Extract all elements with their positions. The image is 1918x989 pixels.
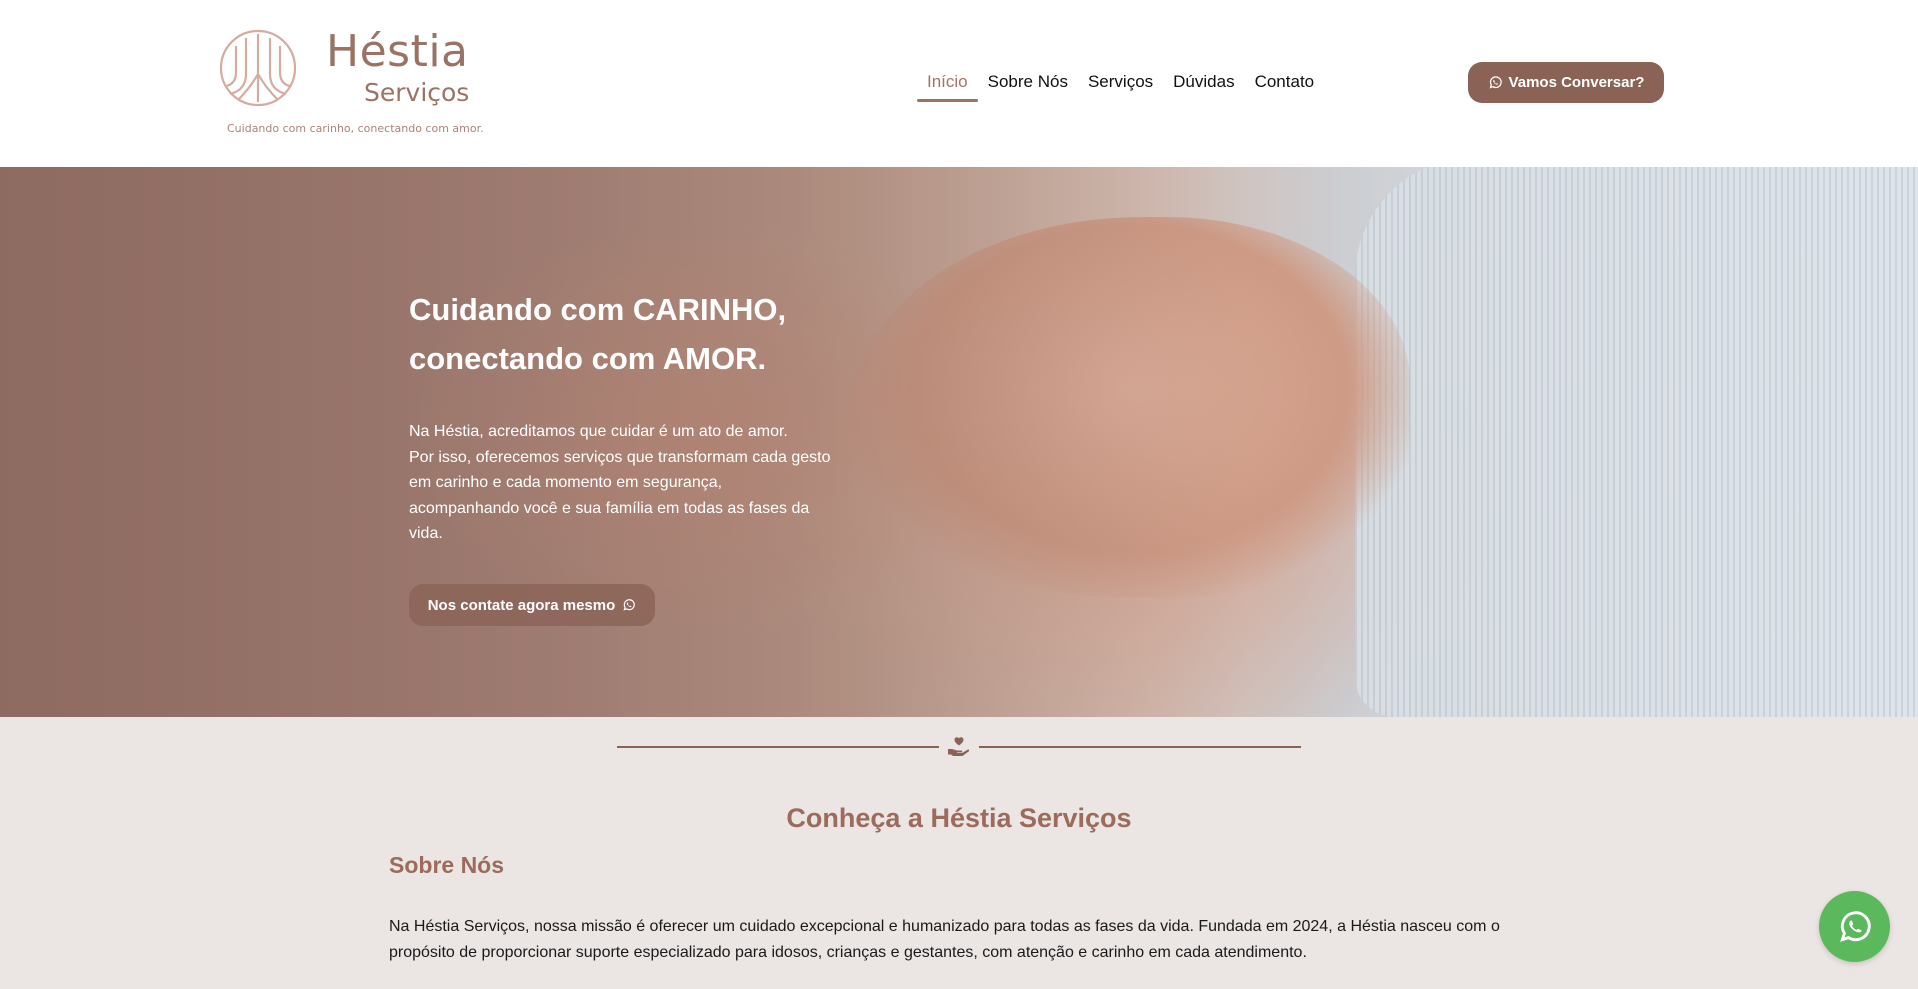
nav-item-inicio[interactable]: Início: [917, 70, 978, 102]
hero-text-line: em carinho e cada momento em segurança,: [409, 474, 723, 492]
about-paragraph: Na Héstia Serviços, nossa missão é ofere…: [389, 918, 1500, 961]
brand-logo[interactable]: Héstia Serviços Cuidando com carinho, co…: [218, 26, 484, 138]
section-title: Conheça a Héstia Serviços: [786, 803, 1132, 833]
whatsapp-icon: [1489, 76, 1502, 89]
nav-item-sobre-nos[interactable]: Sobre Nós: [978, 70, 1078, 102]
whatsapp-icon: [1839, 910, 1871, 942]
divider-line: [979, 746, 1301, 748]
talk-button[interactable]: Vamos Conversar?: [1468, 62, 1664, 103]
hero-description: Na Héstia, acreditamos que cuidar é um a…: [409, 419, 849, 547]
brand-name: Héstia: [326, 26, 469, 77]
hero-title-line-1: Cuidando com CARINHO,: [409, 292, 787, 327]
about-subtitle: Sobre Nós: [389, 852, 505, 878]
nav-item-contato[interactable]: Contato: [1245, 70, 1325, 102]
hero-banner: Cuidando com CARINHO, conectando com AMO…: [0, 167, 1918, 717]
hand-heart-icon: [948, 737, 970, 756]
hero-title-line-2: conectando com AMOR.: [409, 341, 767, 376]
hero-text-line: acompanhando você e sua família em todas…: [409, 499, 810, 517]
brand-subname: Serviços: [364, 78, 470, 107]
brand-tagline: Cuidando com carinho, conectando com amo…: [227, 122, 484, 135]
hero-text-line: Na Héstia, acreditamos que cuidar é um a…: [409, 423, 788, 440]
hero-overlay: [0, 167, 1918, 717]
hero-text-line: Por isso, oferecemos serviços que transf…: [409, 448, 831, 466]
main-nav: Início Sobre Nós Serviços Dúvidas Contat…: [917, 70, 1324, 102]
nav-item-duvidas[interactable]: Dúvidas: [1163, 70, 1244, 102]
whatsapp-float-button[interactable]: [1819, 891, 1890, 962]
hestia-logo-icon: [219, 29, 297, 107]
talk-button-label: Vamos Conversar?: [1508, 74, 1645, 91]
site-header: Héstia Serviços Cuidando com carinho, co…: [0, 0, 1918, 167]
divider-line: [617, 746, 939, 748]
hero-title: Cuidando com CARINHO, conectando com AMO…: [409, 285, 929, 383]
contact-now-button[interactable]: Nos contate agora mesmo: [409, 584, 655, 626]
section-divider: [617, 733, 1301, 761]
contact-now-label: Nos contate agora mesmo: [427, 596, 616, 614]
whatsapp-icon: [623, 599, 636, 611]
hero-text-line: vida.: [409, 525, 443, 543]
nav-item-servicos[interactable]: Serviços: [1078, 70, 1163, 102]
